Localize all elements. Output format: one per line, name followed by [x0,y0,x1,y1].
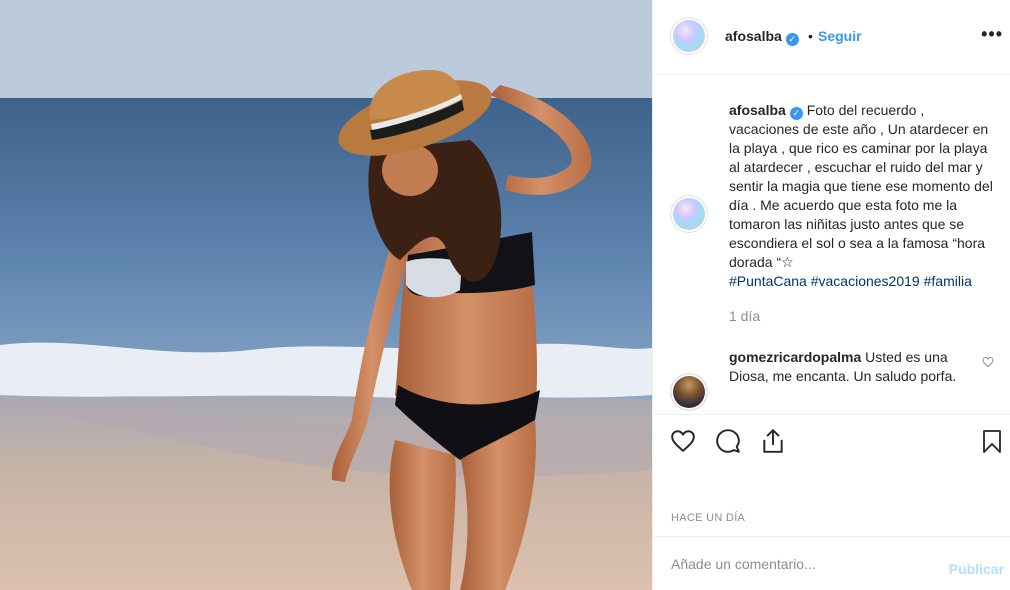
comment-icon[interactable] [715,428,741,454]
author-avatar[interactable] [671,18,707,54]
post-photo[interactable] [0,0,652,590]
comment-username[interactable]: gomezricardopalma [729,349,861,365]
post-header: afosalba ✓ • Seguir ••• [653,0,1010,75]
share-icon[interactable] [760,428,786,454]
comment-item: gomezricardopalma Usted es una Diosa, me… [729,348,969,386]
follow-button[interactable]: Seguir [818,28,862,44]
action-bar [653,414,1010,470]
post-sidebar: afosalba ✓ • Seguir ••• afosalba ✓ Foto de… [652,0,1010,590]
publish-button[interactable]: Publicar [949,561,1004,577]
heart-icon[interactable] [670,428,696,454]
verified-badge-icon: ✓ [785,33,799,46]
caption-username[interactable]: afosalba [729,102,786,118]
comment-heart-icon[interactable] [982,356,994,368]
hashtag-link[interactable]: #PuntaCana [729,273,807,289]
caption-text: Foto del recuerdo , vacaciones de este a… [729,102,993,270]
post-caption: afosalba ✓ Foto del recuerdo , vacaciones… [729,101,995,291]
author-username-text[interactable]: afosalba [725,28,782,44]
verified-badge-icon: ✓ [789,107,803,120]
caption-time[interactable]: 1 día [729,308,760,324]
more-options-icon[interactable]: ••• [981,24,1003,45]
commenter-avatar[interactable] [671,374,707,410]
comment-input[interactable] [669,545,933,583]
hashtag-link[interactable]: #familia [924,273,972,289]
add-comment-section: Publicar [653,536,1010,590]
hashtag-link[interactable]: #vacaciones2019 [811,273,920,289]
caption-author-avatar[interactable] [671,196,707,232]
beach-photo [0,0,652,590]
separator-dot: • [808,28,813,44]
post-timestamp[interactable]: HACE UN DÍA [671,512,745,524]
bookmark-icon[interactable] [980,428,1004,454]
author-username[interactable]: afosalba ✓ [725,28,799,46]
